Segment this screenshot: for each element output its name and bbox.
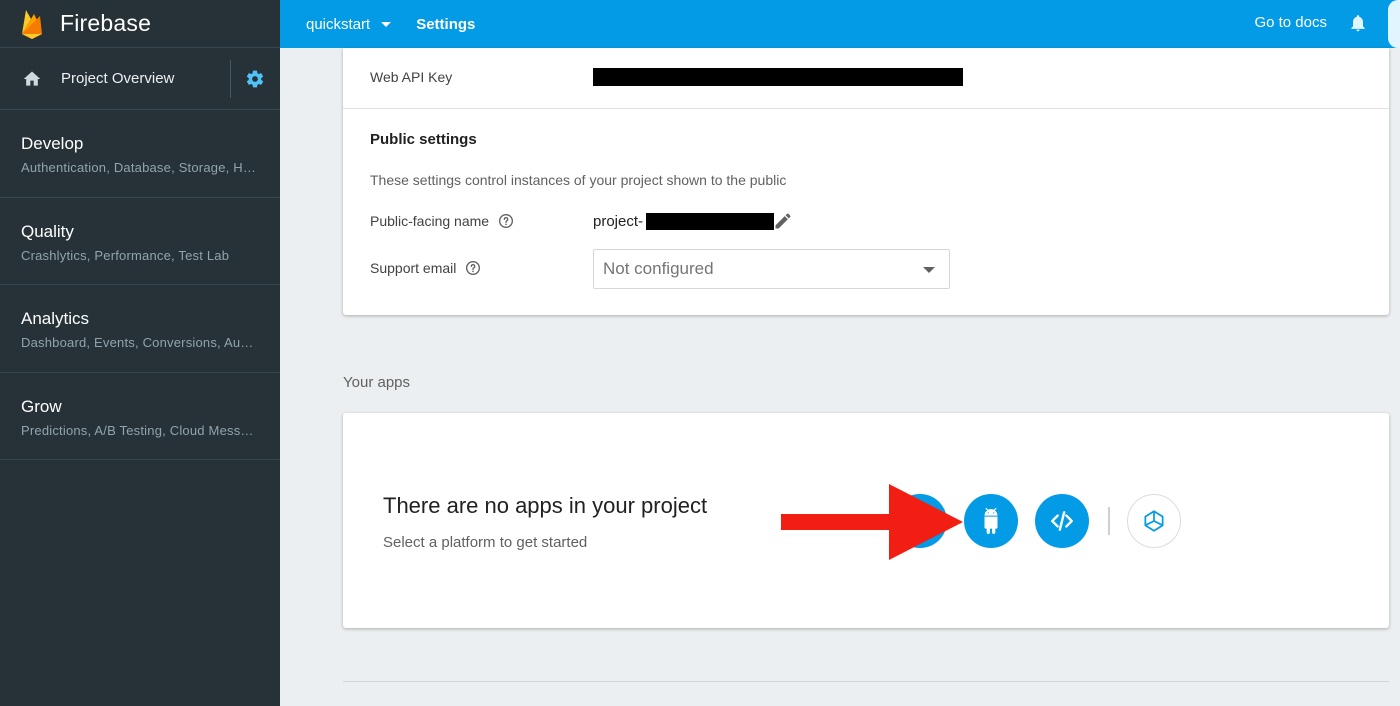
firebase-logo-icon [22, 9, 42, 39]
pencil-icon[interactable] [773, 211, 793, 231]
section-subtitle: Predictions, A/B Testing, Cloud Messagin… [21, 422, 259, 438]
go-to-docs-link[interactable]: Go to docs [1254, 14, 1327, 31]
web-api-key-label: Web API Key [370, 69, 453, 85]
section-title: Analytics [21, 309, 90, 328]
support-email-label: Support email [370, 260, 481, 276]
sidebar: Firebase Project Overview Develop Authen… [0, 0, 280, 706]
android-icon [984, 508, 998, 534]
chevron-down-icon [381, 21, 392, 27]
sidebar-section-analytics[interactable]: Analytics Dashboard, Events, Conversions… [0, 285, 280, 373]
your-apps-heading: Your apps [343, 374, 411, 391]
public-settings-title: Public settings [370, 131, 477, 148]
support-email-value: Not configured [603, 259, 714, 278]
sidebar-section-grow[interactable]: Grow Predictions, A/B Testing, Cloud Mes… [0, 373, 280, 460]
settings-card: Web API Key Public settings These settin… [343, 48, 1389, 315]
brand-name: Firebase [60, 10, 152, 36]
sidebar-section-quality[interactable]: Quality Crashlytics, Performance, Test L… [0, 198, 280, 285]
section-title: Develop [21, 134, 84, 153]
code-icon [1051, 511, 1073, 531]
divider [1108, 507, 1110, 535]
empty-state-title: There are no apps in your project [383, 493, 708, 518]
public-facing-name-value: project- [593, 213, 644, 230]
empty-state-subtitle: Select a platform to get started [383, 534, 588, 551]
help-icon[interactable] [498, 213, 514, 229]
public-settings-description: These settings control instances of your… [370, 172, 787, 188]
redacted-api-key [593, 68, 963, 86]
brand[interactable]: Firebase [0, 0, 280, 48]
bell-icon[interactable] [1348, 12, 1368, 34]
top-bar: quickstart Settings Go to docs [280, 0, 1400, 48]
sidebar-item-label: Project Overview [61, 70, 175, 87]
web-api-key-row: Web API Key [343, 48, 1389, 109]
annotation-arrow [781, 484, 963, 560]
home-icon [23, 71, 41, 86]
public-facing-name-text: Public-facing name [370, 213, 490, 229]
breadcrumb-settings: Settings [416, 15, 476, 33]
unity-icon [1144, 510, 1164, 532]
redacted-project-id [646, 213, 774, 230]
section-title: Grow [21, 396, 62, 416]
project-selector[interactable]: quickstart [306, 15, 392, 33]
public-facing-name-label: Public-facing name [370, 213, 514, 229]
support-email-text: Support email [370, 260, 457, 276]
divider [230, 60, 231, 98]
gear-icon[interactable] [245, 69, 265, 89]
support-email-select[interactable]: Not configured [593, 249, 950, 289]
divider [343, 681, 1389, 682]
project-name: quickstart [306, 15, 371, 33]
account-avatar-edge[interactable] [1388, 0, 1400, 48]
section-subtitle: Authentication, Database, Storage, Hosti… [21, 160, 259, 175]
section-subtitle: Dashboard, Events, Conversions, Audience… [21, 335, 259, 350]
sidebar-item-project-overview[interactable]: Project Overview [0, 48, 280, 110]
section-subtitle: Crashlytics, Performance, Test Lab [21, 247, 230, 263]
apps-card: There are no apps in your project Select… [343, 413, 1389, 628]
section-title: Quality [21, 221, 74, 241]
add-web-app-button[interactable] [1035, 494, 1089, 548]
dropdown-arrow-icon [923, 267, 935, 273]
sidebar-section-develop[interactable]: Develop Authentication, Database, Storag… [0, 110, 280, 198]
add-unity-app-button[interactable] [1127, 494, 1181, 548]
help-icon[interactable] [465, 260, 481, 276]
